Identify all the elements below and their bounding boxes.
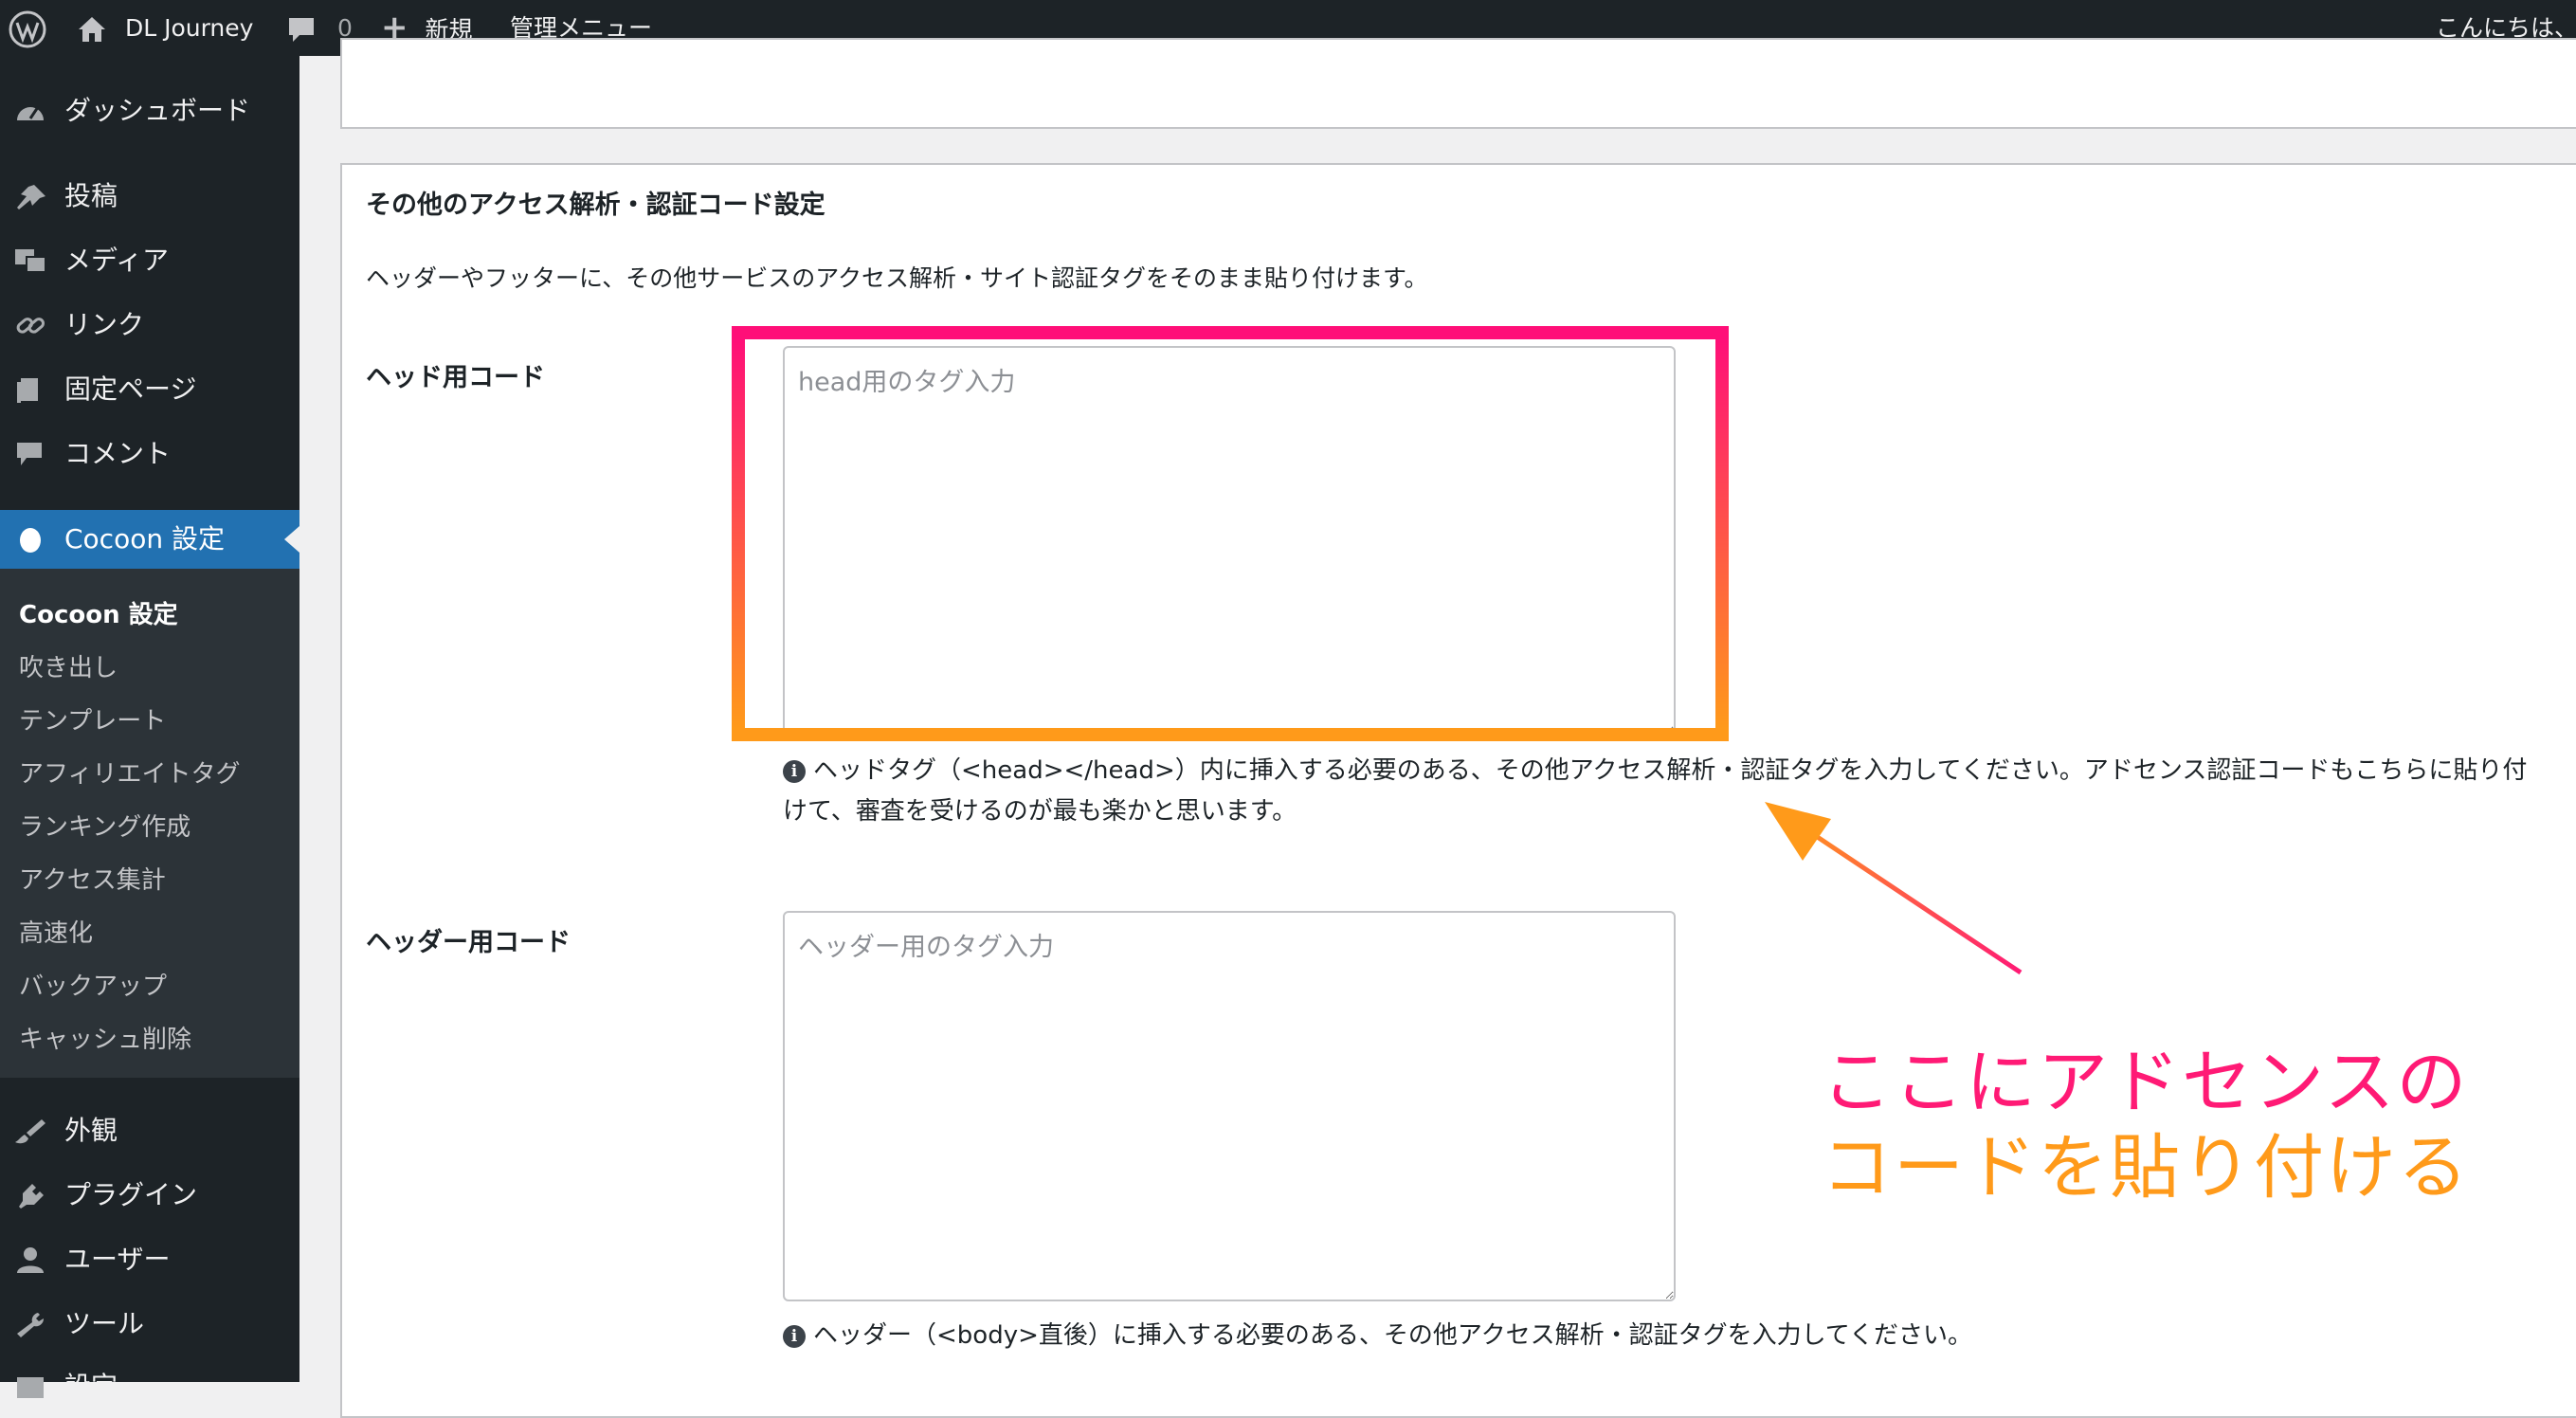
wrench-icon <box>17 1313 45 1337</box>
info-icon: i <box>783 759 806 783</box>
media-icon <box>15 249 46 273</box>
submenu-speed-up[interactable]: 高速化 <box>19 914 93 949</box>
sidebar-item-links[interactable]: リンク <box>0 296 299 354</box>
link-icon <box>16 318 45 334</box>
submenu-ranking[interactable]: ランキング作成 <box>19 808 190 843</box>
section-title: その他のアクセス解析・認証コード設定 <box>366 191 825 220</box>
sidebar-item-appearance[interactable]: 外観 <box>0 1101 299 1160</box>
home-icon <box>79 17 105 42</box>
header-code-help: i ヘッダー（<body>直後）に挿入する必要のある、その他アクセス解析・認証タグ… <box>783 1316 1972 1356</box>
sidebar-item-plugins[interactable]: プラグイン <box>0 1166 299 1225</box>
brush-icon <box>15 1119 45 1144</box>
highlight-frame <box>732 326 1729 741</box>
site-name: DL Journey <box>124 14 254 42</box>
sidebar-item-settings[interactable]: 設定 <box>0 1357 299 1416</box>
head-code-label: ヘッド用コード <box>366 363 545 392</box>
annotation-line-2: コードを貼り付ける <box>1822 1127 2470 1209</box>
submenu-template[interactable]: テンプレート <box>19 701 166 736</box>
header-code-label: ヘッダー用コード <box>366 928 571 957</box>
pin-icon <box>17 185 45 209</box>
cocoon-submenu: Cocoon 設定 吹き出し テンプレート アフィリエイトタグ ランキング作成 … <box>0 569 299 1078</box>
sidebar-item-dashboard[interactable]: ダッシュボード <box>0 82 299 140</box>
sidebar-item-pages[interactable]: 固定ページ <box>0 360 299 419</box>
sidebar-item-tools[interactable]: ツール <box>0 1295 299 1354</box>
page-icon <box>17 378 38 403</box>
cocoon-icon <box>20 528 41 553</box>
active-arrow-icon <box>284 526 299 553</box>
user-icon <box>17 1247 44 1273</box>
head-code-help: i ヘッドタグ（<head></head>）内に挿入する必要のある、その他アクセス… <box>783 756 2528 826</box>
submenu-backup[interactable]: バックアップ <box>19 967 167 1002</box>
wordpress-logo-icon[interactable] <box>8 0 47 56</box>
dashboard-icon <box>17 106 44 120</box>
section-description: ヘッダーやフッターに、その他サービスのアクセス解析・サイト認証タグをそのまま貼り… <box>366 264 1428 292</box>
previous-settings-panel <box>340 38 2576 129</box>
submenu-balloon[interactable]: 吹き出し <box>19 648 118 683</box>
settings-icon <box>17 1377 44 1398</box>
submenu-cocoon-settings[interactable]: Cocoon 設定 <box>19 595 178 630</box>
info-icon: i <box>783 1324 806 1348</box>
sidebar-item-cocoon[interactable]: Cocoon 設定 <box>0 510 299 569</box>
sidebar-item-comments[interactable]: コメント <box>0 425 299 483</box>
submenu-cache-clear[interactable]: キャッシュ削除 <box>19 1020 191 1055</box>
sidebar-item-users[interactable]: ユーザー <box>0 1230 299 1289</box>
submenu-affiliate-tag[interactable]: アフィリエイトタグ <box>19 754 240 790</box>
header-code-textarea[interactable] <box>783 911 1676 1301</box>
submenu-access-stats[interactable]: アクセス集計 <box>19 861 166 896</box>
sidebar-item-posts[interactable]: 投稿 <box>0 167 299 226</box>
plugin-icon <box>19 1184 44 1209</box>
sidebar-item-media[interactable]: メディア <box>0 231 299 290</box>
comment-bubble-icon <box>289 18 314 42</box>
comment-icon <box>17 443 42 465</box>
site-name-link[interactable]: DL Journey <box>76 0 253 56</box>
annotation-arrow-icon <box>1765 802 2023 975</box>
